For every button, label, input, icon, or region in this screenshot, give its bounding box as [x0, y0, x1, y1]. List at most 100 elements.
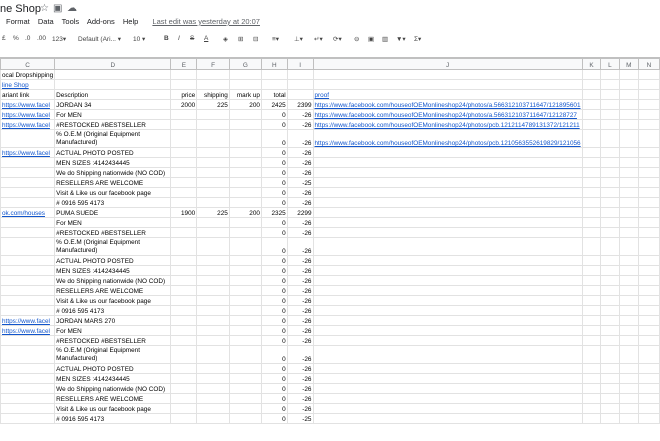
increase-decimal-button[interactable]: .00 — [37, 35, 46, 42]
cell-d[interactable]: % O.E.M (Original Equipment Manufactured… — [54, 345, 172, 364]
borders-icon[interactable]: ⊞ — [238, 35, 243, 43]
cell-j[interactable] — [312, 147, 583, 158]
cell-c[interactable] — [0, 285, 56, 296]
column-header-i[interactable]: I — [286, 58, 314, 70]
cell-c[interactable] — [0, 363, 56, 374]
column-header-h[interactable]: H — [260, 58, 288, 70]
cell-i[interactable] — [286, 79, 314, 90]
cell-empty[interactable] — [581, 197, 602, 208]
cell-f[interactable] — [196, 109, 230, 120]
column-header-n[interactable]: N — [637, 58, 660, 70]
cell-c[interactable] — [0, 335, 56, 346]
cell-empty[interactable] — [618, 373, 639, 384]
cell-j[interactable] — [312, 69, 583, 80]
cell-e[interactable] — [170, 345, 198, 364]
font-size-select[interactable]: 10 ▾ — [133, 35, 145, 43]
cell-d[interactable] — [54, 79, 172, 90]
cell-h[interactable]: 0 — [260, 197, 288, 208]
fill-color-icon[interactable]: ◈ — [223, 35, 228, 43]
cell-empty[interactable] — [581, 255, 602, 266]
cell-empty[interactable] — [581, 373, 602, 384]
cell-j[interactable] — [312, 187, 583, 198]
cell-e[interactable] — [170, 237, 198, 256]
cell-g[interactable] — [228, 109, 262, 120]
cell-h[interactable]: 0 — [260, 403, 288, 414]
cell-empty[interactable] — [637, 373, 660, 384]
cell-empty[interactable] — [637, 363, 660, 374]
cell-e[interactable] — [170, 393, 198, 404]
cell-empty[interactable] — [600, 227, 620, 238]
cell-empty[interactable] — [618, 129, 639, 148]
cell-g[interactable] — [228, 197, 262, 208]
cell-c[interactable] — [0, 275, 56, 286]
cell-empty[interactable] — [637, 217, 660, 228]
cell-h[interactable]: 0 — [260, 383, 288, 394]
bold-button[interactable]: B — [164, 35, 169, 42]
cell-e[interactable] — [170, 197, 198, 208]
cell-empty[interactable] — [581, 413, 602, 424]
cell-empty[interactable] — [581, 335, 602, 346]
cell-i[interactable]: -26 — [286, 393, 314, 404]
cell-empty[interactable] — [618, 109, 639, 120]
cell-j[interactable]: https://www.facebook.com/houseofOEMonlin… — [312, 119, 583, 130]
cell-c[interactable] — [0, 217, 56, 228]
cell-empty[interactable] — [637, 157, 660, 168]
cell-e[interactable] — [170, 403, 198, 414]
cell-g[interactable] — [228, 265, 262, 276]
cell-h[interactable]: 0 — [260, 315, 288, 326]
cell-empty[interactable] — [600, 345, 620, 364]
cell-empty[interactable] — [600, 237, 620, 256]
cell-empty[interactable] — [637, 393, 660, 404]
cell-j[interactable] — [312, 275, 583, 286]
cell-f[interactable] — [196, 383, 230, 394]
cell-j[interactable] — [312, 217, 583, 228]
cell-empty[interactable] — [618, 69, 639, 80]
cell-empty[interactable] — [637, 237, 660, 256]
column-header-e[interactable]: E — [170, 58, 198, 70]
cell-empty[interactable] — [618, 265, 639, 276]
cell-h[interactable]: total — [260, 89, 288, 100]
cell-empty[interactable] — [637, 275, 660, 286]
cell-g[interactable] — [228, 373, 262, 384]
cell-empty[interactable] — [637, 129, 660, 148]
cell-empty[interactable] — [618, 217, 639, 228]
cell-c[interactable] — [0, 413, 56, 424]
cell-c[interactable] — [0, 187, 56, 198]
cell-e[interactable] — [170, 325, 198, 336]
cell-h[interactable]: 0 — [260, 295, 288, 306]
cell-d[interactable]: #RESTOCKED #BESTSELLER — [54, 119, 172, 130]
cell-empty[interactable] — [637, 197, 660, 208]
cell-empty[interactable] — [618, 413, 639, 424]
cell-i[interactable]: -26 — [286, 265, 314, 276]
cell-empty[interactable] — [581, 89, 602, 100]
cell-c[interactable]: ocal Dropshipping — [0, 69, 56, 80]
cell-empty[interactable] — [637, 177, 660, 188]
cell-empty[interactable] — [600, 393, 620, 404]
cell-empty[interactable] — [637, 325, 660, 336]
cell-f[interactable]: shipping — [196, 89, 230, 100]
cell-h[interactable]: 2425 — [260, 99, 288, 110]
cell-h[interactable]: 0 — [260, 285, 288, 296]
cell-h[interactable]: 0 — [260, 157, 288, 168]
cell-empty[interactable] — [581, 147, 602, 158]
cell-j[interactable] — [312, 227, 583, 238]
cell-empty[interactable] — [600, 285, 620, 296]
cell-empty[interactable] — [618, 285, 639, 296]
text-wrap-button[interactable]: ↵▾ — [314, 35, 323, 43]
cell-j[interactable] — [312, 335, 583, 346]
cell-empty[interactable] — [600, 373, 620, 384]
cell-empty[interactable] — [618, 383, 639, 394]
cell-empty[interactable] — [618, 89, 639, 100]
cell-h[interactable] — [260, 69, 288, 80]
cell-empty[interactable] — [581, 167, 602, 178]
cell-i[interactable]: -26 — [286, 147, 314, 158]
cell-d[interactable]: ACTUAL PHOTO POSTED — [54, 147, 172, 158]
font-select[interactable]: Default (Ari... ▾ — [78, 35, 121, 43]
cell-empty[interactable] — [637, 383, 660, 394]
cell-j[interactable] — [312, 79, 583, 90]
cell-empty[interactable] — [618, 227, 639, 238]
cell-h[interactable]: 0 — [260, 275, 288, 286]
cell-g[interactable] — [228, 177, 262, 188]
cell-d[interactable]: MEN SIZES :4142434445 — [54, 373, 172, 384]
cell-g[interactable] — [228, 393, 262, 404]
